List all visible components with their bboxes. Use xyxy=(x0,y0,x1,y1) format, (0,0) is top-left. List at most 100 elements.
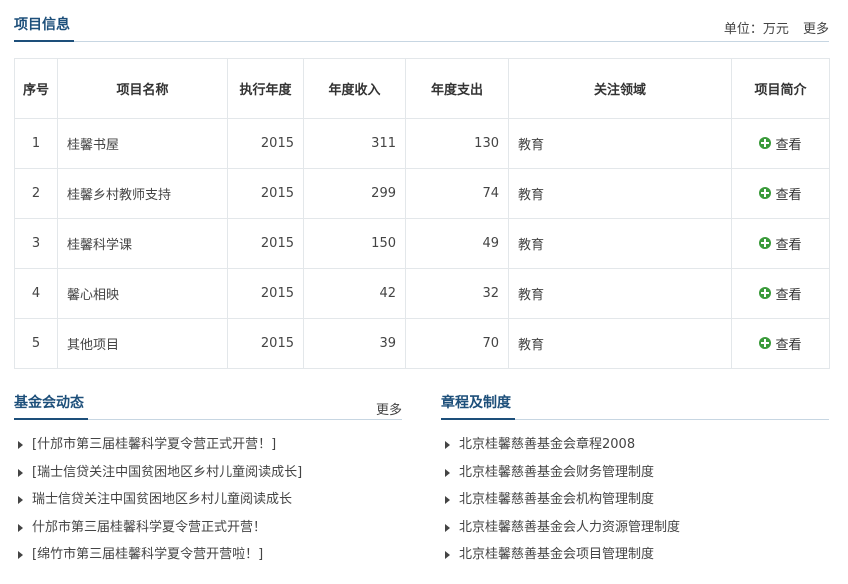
table-row: 1 桂馨书屋 2015 311 130 教育 查看 xyxy=(14,118,830,169)
rules-item-text: 北京桂馨慈善基金会章程2008 xyxy=(459,437,636,452)
focus-field: 教育 xyxy=(508,218,732,269)
news-item-text: 瑞士信贷关注中国贫困地区乡村儿童阅读成长 xyxy=(32,492,293,507)
annual-income: 150 xyxy=(303,218,406,269)
table-header-row: 序号 项目名称 执行年度 年度收入 年度支出 关注领域 项目简介 xyxy=(14,58,830,119)
annual-income: 39 xyxy=(303,318,406,369)
rules-item[interactable]: 北京桂馨慈善基金会机构管理制度 xyxy=(441,488,829,516)
rules-item-text: 北京桂馨慈善基金会财务管理制度 xyxy=(459,464,655,480)
row-number: 1 xyxy=(14,118,58,169)
news-item[interactable]: [什邡市第三届桂馨科学夏令营正式开营！] xyxy=(14,433,402,461)
project-summary-cell: 查看 xyxy=(731,268,830,319)
news-item-text: [什邡市第三届桂馨科学夏令营正式开营！] xyxy=(32,437,277,452)
annual-expense: 32 xyxy=(405,268,509,319)
news-more-link[interactable]: 更多 xyxy=(376,403,402,418)
rules-item[interactable]: 北京桂馨慈善基金会章程2008 xyxy=(441,433,829,461)
row-number: 5 xyxy=(14,318,58,369)
arrow-right-icon xyxy=(18,551,23,559)
table-row: 5 其他项目 2015 39 70 教育 查看 xyxy=(14,318,830,369)
column-header: 项目名称 xyxy=(57,58,228,119)
news-header-right: 更多 xyxy=(366,399,402,418)
view-label: 查看 xyxy=(775,337,802,353)
project-summary-cell: 查看 xyxy=(731,168,830,219)
project-summary-cell: 查看 xyxy=(731,118,830,169)
news-item[interactable]: [瑞士信贷关注中国贫困地区乡村儿童阅读成长] xyxy=(14,461,402,489)
annual-expense: 70 xyxy=(405,318,509,369)
news-title: 基金会动态 xyxy=(14,390,88,420)
project-summary-cell: 查看 xyxy=(731,218,830,269)
annual-income: 299 xyxy=(303,168,406,219)
project-name: 其他项目 xyxy=(57,318,228,369)
annual-income: 42 xyxy=(303,268,406,319)
column-header: 年度收入 xyxy=(303,58,406,119)
news-item[interactable]: 瑞士信贷关注中国贫困地区乡村儿童阅读成长 xyxy=(14,488,402,516)
news-item-text: [瑞士信贷关注中国贫困地区乡村儿童阅读成长] xyxy=(32,464,303,480)
annual-expense: 130 xyxy=(405,118,509,169)
view-label: 查看 xyxy=(775,137,802,153)
rules-item-text: 北京桂馨慈善基金会人力资源管理制度 xyxy=(459,519,681,535)
execution-year: 2015 xyxy=(227,268,304,319)
view-button[interactable]: 查看 xyxy=(759,284,802,303)
plus-circle-icon xyxy=(759,187,772,200)
arrow-right-icon xyxy=(18,496,23,504)
view-button[interactable]: 查看 xyxy=(759,184,802,203)
row-number: 4 xyxy=(14,268,58,319)
project-table: 序号 项目名称 执行年度 年度收入 年度支出 关注领域 项目简介 1 桂馨书屋 … xyxy=(14,58,830,369)
arrow-right-icon xyxy=(445,441,450,449)
plus-circle-icon xyxy=(759,237,772,250)
project-summary-cell: 查看 xyxy=(731,318,830,369)
arrow-right-icon xyxy=(445,496,450,504)
view-label: 查看 xyxy=(775,287,802,303)
project-name: 桂馨乡村教师支持 xyxy=(57,168,228,219)
execution-year: 2015 xyxy=(227,218,304,269)
rules-item[interactable]: 北京桂馨慈善基金会项目管理制度 xyxy=(441,543,829,571)
rules-header: 章程及制度 xyxy=(441,390,829,420)
column-header: 项目简介 xyxy=(731,58,830,119)
arrow-right-icon xyxy=(445,523,450,532)
arrow-right-icon xyxy=(445,551,450,559)
focus-field: 教育 xyxy=(508,268,732,319)
view-label: 查看 xyxy=(775,237,802,253)
news-item[interactable]: 什邡市第三届桂馨科学夏令营正式开营！ xyxy=(14,516,402,544)
plus-circle-icon xyxy=(759,337,772,350)
annual-expense: 49 xyxy=(405,218,509,269)
column-header: 关注领域 xyxy=(508,58,732,119)
project-info-header-right: 单位：万元 更多 xyxy=(714,18,829,37)
focus-field: 教育 xyxy=(508,118,732,169)
project-info-header: 项目信息 单位：万元 更多 xyxy=(14,12,829,42)
news-header: 基金会动态 更多 xyxy=(14,390,402,420)
news-list: [什邡市第三届桂馨科学夏令营正式开营！] [瑞士信贷关注中国贫困地区乡村儿童阅读… xyxy=(14,433,402,571)
rules-item[interactable]: 北京桂馨慈善基金会人力资源管理制度 xyxy=(441,516,829,544)
column-header: 执行年度 xyxy=(227,58,304,119)
column-header: 序号 xyxy=(14,58,58,119)
view-button[interactable]: 查看 xyxy=(759,234,802,253)
project-name: 馨心相映 xyxy=(57,268,228,319)
table-row: 3 桂馨科学课 2015 150 49 教育 查看 xyxy=(14,218,830,269)
view-button[interactable]: 查看 xyxy=(759,334,802,353)
row-number: 3 xyxy=(14,218,58,269)
news-item-text: 什邡市第三届桂馨科学夏令营正式开营！ xyxy=(32,519,267,535)
focus-field: 教育 xyxy=(508,318,732,369)
plus-circle-icon xyxy=(759,287,772,300)
project-name: 桂馨科学课 xyxy=(57,218,228,269)
table-row: 4 馨心相映 2015 42 32 教育 查看 xyxy=(14,268,830,319)
rules-item[interactable]: 北京桂馨慈善基金会财务管理制度 xyxy=(441,461,829,489)
arrow-right-icon xyxy=(18,468,23,477)
execution-year: 2015 xyxy=(227,318,304,369)
project-name: 桂馨书屋 xyxy=(57,118,228,169)
plus-circle-icon xyxy=(759,137,772,150)
arrow-right-icon xyxy=(18,441,23,449)
focus-field: 教育 xyxy=(508,168,732,219)
execution-year: 2015 xyxy=(227,118,304,169)
rules-item-text: 北京桂馨慈善基金会机构管理制度 xyxy=(459,492,655,507)
rules-title: 章程及制度 xyxy=(441,390,515,420)
project-more-link[interactable]: 更多 xyxy=(803,22,829,37)
rules-item-text: 北京桂馨慈善基金会项目管理制度 xyxy=(459,547,655,562)
view-button[interactable]: 查看 xyxy=(759,134,802,153)
news-item-text: [绵竹市第三届桂馨科学夏令营开营啦！] xyxy=(32,547,264,562)
unit-label: 单位：万元 xyxy=(723,22,789,37)
row-number: 2 xyxy=(14,168,58,219)
annual-expense: 74 xyxy=(405,168,509,219)
table-row: 2 桂馨乡村教师支持 2015 299 74 教育 查看 xyxy=(14,168,830,219)
column-header: 年度支出 xyxy=(405,58,509,119)
news-item[interactable]: [绵竹市第三届桂馨科学夏令营开营啦！] xyxy=(14,543,402,571)
